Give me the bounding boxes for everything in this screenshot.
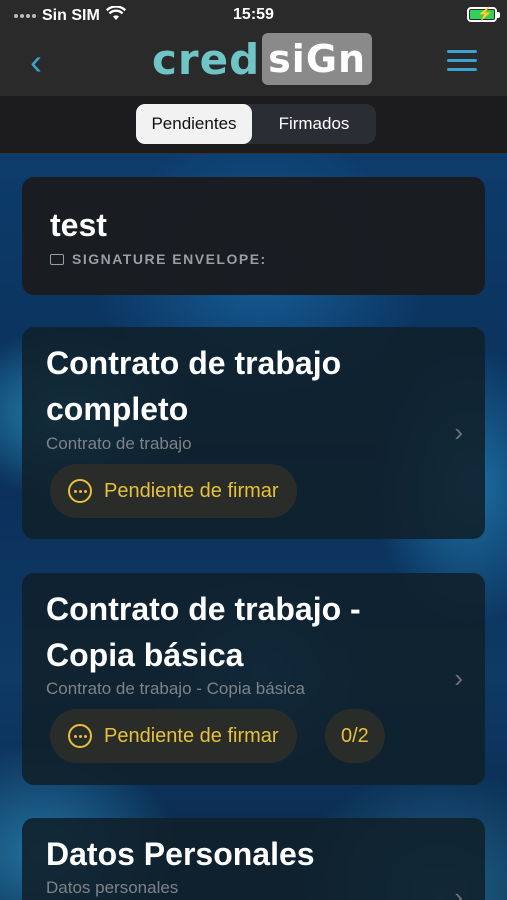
logo-text-sign: siGn: [262, 33, 373, 85]
envelope-card: test SIGNATURE ENVELOPE:: [22, 177, 485, 295]
chevron-right-icon: ›: [454, 663, 463, 693]
document-subtitle: Datos personales: [46, 878, 179, 897]
document-title-line1: Datos Personales: [46, 836, 315, 872]
chevron-right-icon: ›: [454, 882, 463, 900]
battery-charging-icon: ⚡: [467, 6, 500, 22]
envelope-title: test: [50, 207, 107, 243]
document-card[interactable]: Datos Personales Datos personales ›: [22, 818, 485, 900]
envelope-label: SIGNATURE ENVELOPE:: [50, 251, 267, 267]
hamburger-icon[interactable]: [447, 50, 477, 72]
status-badge: Pendiente de firmar: [50, 709, 297, 763]
document-subtitle: Contrato de trabajo: [46, 434, 192, 453]
chevron-left-icon[interactable]: ‹: [30, 42, 60, 82]
document-card[interactable]: Contrato de trabajo - Copia básica Contr…: [22, 573, 485, 785]
document-title-line1: Contrato de trabajo -: [46, 591, 361, 627]
status-bar: Sin SIM 15:59 ⚡: [0, 0, 507, 30]
document-card[interactable]: Contrato de trabajo completo Contrato de…: [22, 327, 485, 539]
tab-pendientes[interactable]: Pendientes: [136, 104, 252, 144]
navigation-bar: ‹ cred siGn: [0, 30, 507, 96]
folder-icon: [50, 253, 64, 265]
status-badge: Pendiente de firmar: [50, 464, 297, 518]
document-subtitle: Contrato de trabajo - Copia básica: [46, 679, 305, 698]
tab-firmados[interactable]: Firmados: [252, 104, 376, 144]
document-title-line2: completo: [46, 391, 189, 427]
signature-count-badge: 0/2: [325, 709, 385, 763]
envelope-label-text: SIGNATURE ENVELOPE:: [72, 251, 267, 267]
top-bar: Sin SIM 15:59 ⚡ ‹ cred siGn: [0, 0, 507, 96]
logo-text-cred: cred: [152, 34, 261, 84]
pending-icon: [68, 479, 92, 503]
chevron-right-icon: ›: [454, 417, 463, 447]
credsign-logo: cred siGn: [152, 32, 373, 86]
status-text: Pendiente de firmar: [104, 479, 279, 502]
segmented-control: Pendientes Firmados: [136, 104, 376, 144]
status-time: 15:59: [233, 6, 274, 23]
pending-icon: [68, 724, 92, 748]
segmented-control-bar: Pendientes Firmados: [0, 96, 507, 154]
status-text: Pendiente de firmar: [104, 724, 279, 747]
document-title-line2: Copia básica: [46, 637, 244, 673]
document-title-line1: Contrato de trabajo: [46, 345, 342, 381]
